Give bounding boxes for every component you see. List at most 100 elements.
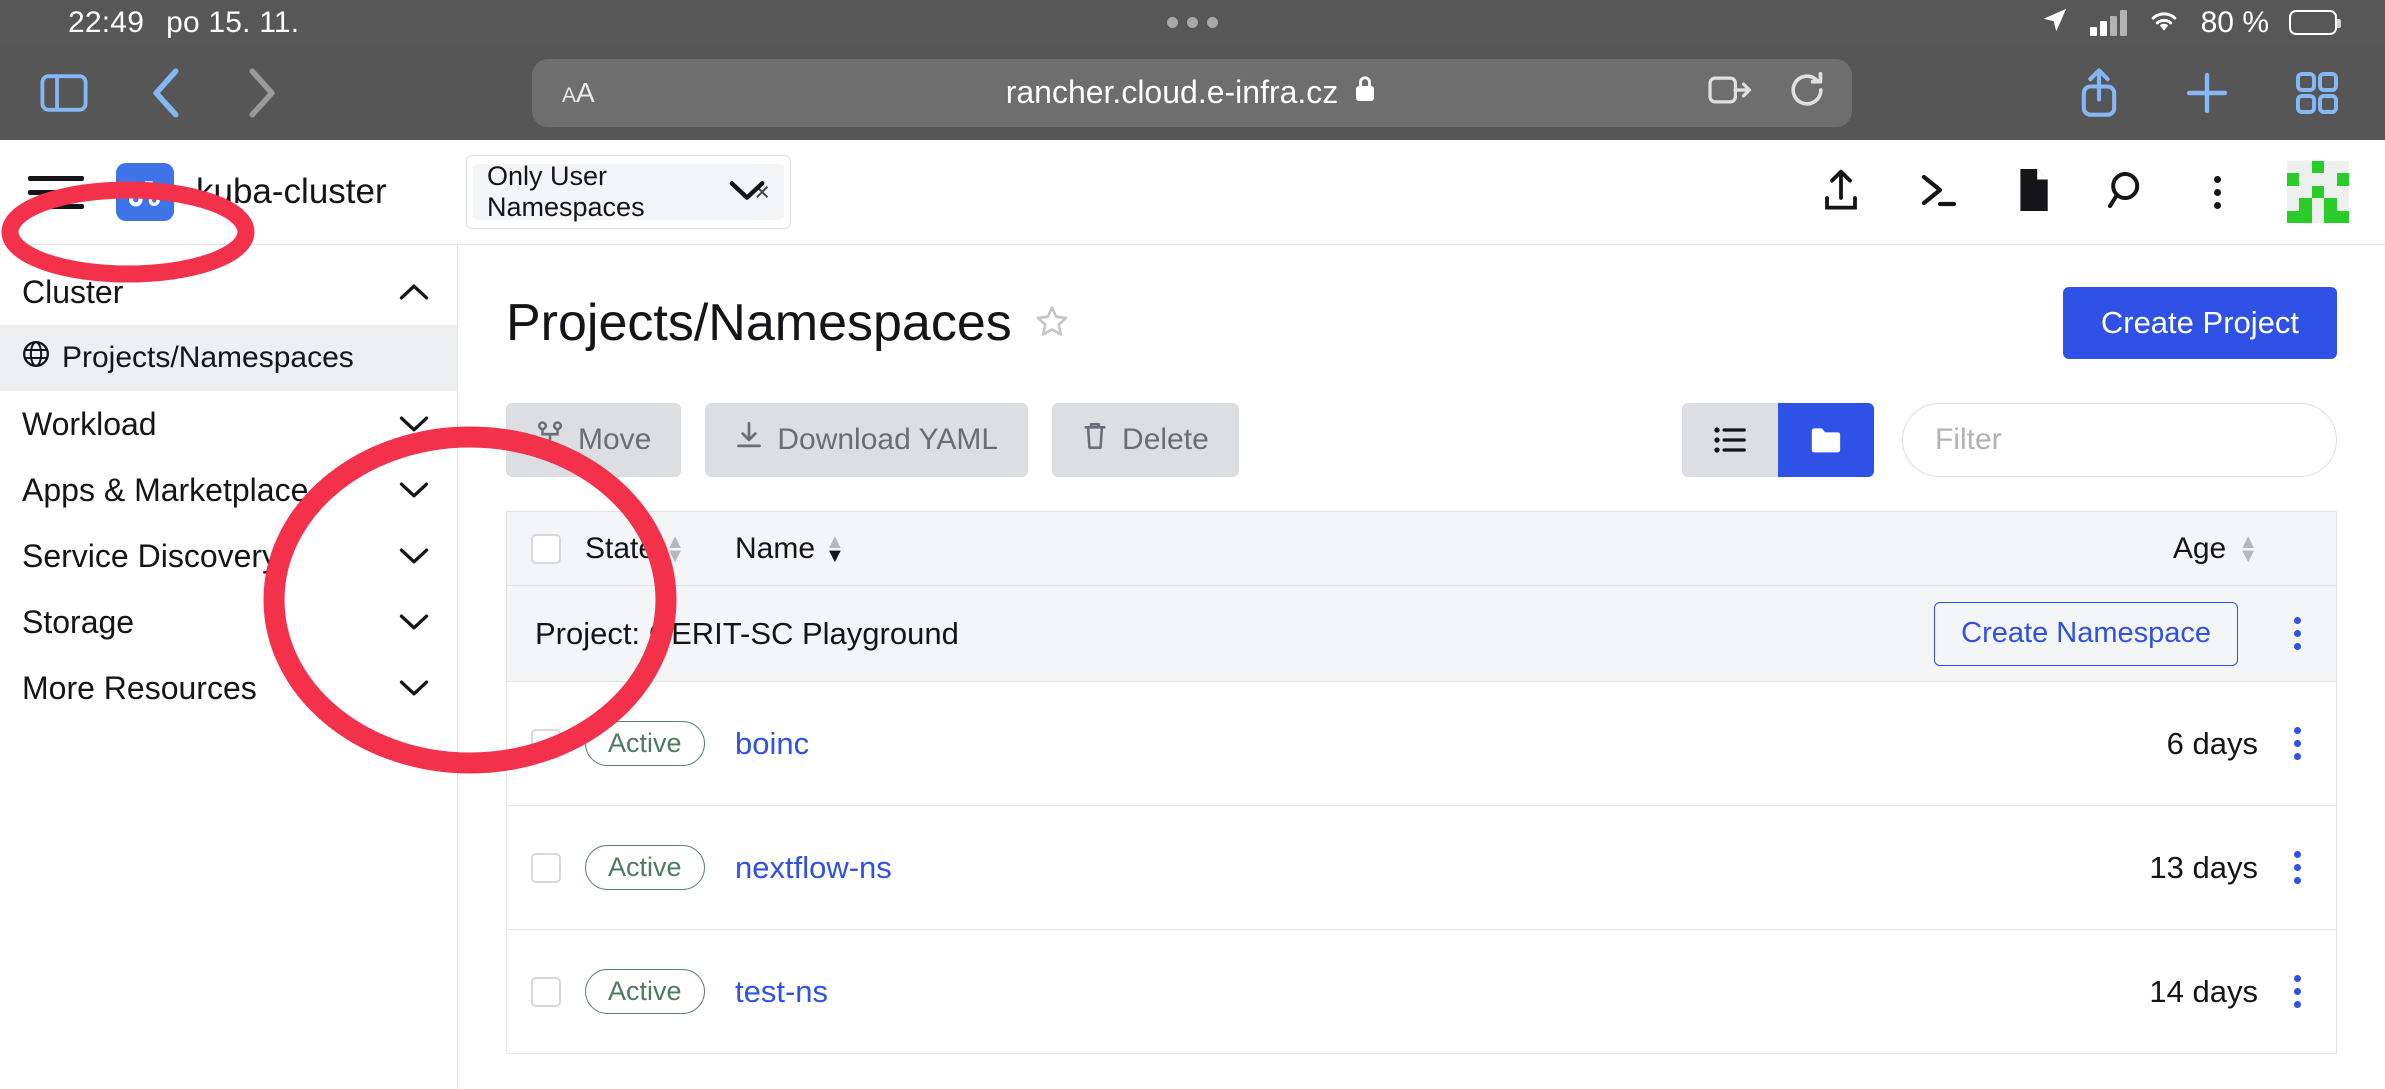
table-toolbar: Move Download YAML Delete [506,403,2337,477]
row-menu-cell [2258,975,2336,1008]
user-avatar[interactable] [2287,161,2349,223]
chevron-down-icon[interactable] [399,480,429,500]
more-actions-icon[interactable] [2206,176,2229,209]
row-name-cell: boinc [735,726,2028,762]
row-actions-menu-icon[interactable] [2286,851,2309,884]
url-display: rancher.cloud.e-infra.cz [532,74,1852,112]
chevron-up-icon[interactable] [399,282,429,302]
sidebar-group-cluster-label: Cluster [22,274,123,311]
sort-icon[interactable]: ▲▼ [2238,535,2258,563]
namespace-filter-dropdown[interactable]: Only User Namespaces × [466,155,791,229]
url-bar[interactable]: AAAA rancher.cloud.e-infra.cz [532,59,1852,127]
status-bar-center [0,17,2385,28]
location-arrow-icon [2040,5,2070,40]
create-namespace-button[interactable]: Create Namespace [1934,602,2238,666]
chevron-down-icon[interactable] [399,678,429,698]
tabs-overview-icon[interactable] [2293,69,2341,117]
filter-input[interactable] [1902,403,2337,477]
sidebar-toggle-icon[interactable] [40,72,88,114]
table-header-row: State ▲▼ Name ▲▼ Age ▲▼ [507,512,2336,586]
chevron-down-icon[interactable] [399,612,429,632]
select-all-checkbox[interactable] [531,534,561,564]
battery-icon [2289,10,2337,35]
row-checkbox[interactable] [531,977,561,1007]
grouped-view-button[interactable] [1778,403,1874,477]
sidebar-group-workload[interactable]: Workload [0,391,457,457]
sort-icon[interactable]: ▲▼ [665,535,685,563]
search-icon[interactable] [2108,170,2148,215]
row-age-cell: 14 days [2028,974,2258,1010]
new-tab-icon[interactable] [2183,69,2231,117]
sidebar-group-more-resources[interactable]: More Resources [0,655,457,721]
namespace-link[interactable]: nextflow-ns [735,850,892,886]
row-checkbox-cell [507,729,585,759]
cluster-name: kuba-cluster [196,172,387,212]
sort-icon[interactable]: ▲▼ [825,535,845,563]
cluster-identity[interactable]: kuba-cluster [116,163,387,221]
download-yaml-button[interactable]: Download YAML [705,403,1028,477]
reload-icon[interactable] [1788,71,1826,114]
table-row[interactable]: Active boinc 6 days [507,682,2336,806]
sidebar-item-projects-namespaces[interactable]: Projects/Namespaces [0,325,457,391]
wifi-icon [2147,7,2181,38]
namespace-link[interactable]: test-ns [735,974,828,1010]
row-actions-menu-icon[interactable] [2286,975,2309,1008]
extensions-icon[interactable] [1708,73,1752,112]
share-icon[interactable] [2077,67,2121,119]
sidebar-group-apps-marketplace[interactable]: Apps & Marketplace [0,457,457,523]
header-actions [1822,161,2349,223]
status-time: 22:49 [68,6,144,40]
column-header-name[interactable]: Name ▲▼ [735,532,2028,566]
project-group-label: Project: CERIT-SC Playground [535,616,959,652]
table-row[interactable]: Active nextflow-ns 13 days [507,806,2336,930]
select-all-checkbox-cell [507,534,585,564]
row-checkbox[interactable] [531,729,561,759]
sidebar-group-workload-label: Workload [22,406,157,443]
star-outline-icon[interactable] [1034,293,1070,353]
create-project-button[interactable]: Create Project [2063,287,2337,359]
globe-icon [22,340,50,376]
column-header-name-label: Name [735,532,815,566]
menu-icon[interactable] [28,176,84,209]
flat-list-view-button[interactable] [1682,403,1778,477]
row-state-cell: Active [585,969,735,1014]
status-badge: Active [585,721,705,766]
back-icon[interactable] [146,67,188,119]
column-header-state[interactable]: State ▲▼ [585,532,735,566]
download-icon [735,421,763,459]
project-actions-menu-icon[interactable] [2286,617,2309,650]
row-name-cell: test-ns [735,974,2028,1010]
docs-icon[interactable] [2016,169,2050,216]
project-group-menu-cell [2258,617,2336,650]
namespaces-table: State ▲▼ Name ▲▼ Age ▲▼ Project: CERIT-S… [506,511,2337,1054]
chevron-down-icon[interactable] [728,178,766,207]
sidebar-group-storage[interactable]: Storage [0,589,457,655]
cellular-signal-icon [2090,10,2127,36]
chevron-down-icon[interactable] [399,546,429,566]
column-header-age[interactable]: Age ▲▼ [2028,532,2258,566]
chevron-down-icon[interactable] [399,414,429,434]
page-title: Projects/Namespaces [506,293,1070,353]
row-actions-menu-icon[interactable] [2286,727,2309,760]
move-button[interactable]: Move [506,403,681,477]
row-checkbox[interactable] [531,853,561,883]
delete-button[interactable]: Delete [1052,403,1239,477]
sidebar: Cluster Projects/Namespaces Workload App… [0,245,458,1089]
row-state-cell: Active [585,721,735,766]
delete-button-label: Delete [1122,423,1209,457]
table-row[interactable]: Active test-ns 14 days [507,930,2336,1054]
main-content: Projects/Namespaces Create Project Move [458,245,2385,1089]
import-yaml-icon[interactable] [1822,168,1860,217]
project-group-row: Project: CERIT-SC Playground Create Name… [507,586,2336,682]
sidebar-group-service-discovery[interactable]: Service Discovery [0,523,457,589]
sidebar-group-cluster[interactable]: Cluster [0,259,457,325]
status-date: po 15. 11. [166,6,299,40]
namespace-link[interactable]: boinc [735,726,809,762]
project-group-actions: Create Namespace [1934,602,2336,666]
kubectl-shell-icon[interactable] [1918,170,1958,215]
forward-icon[interactable] [240,67,282,119]
column-header-state-label: State [585,532,655,566]
status-badge: Active [585,845,705,890]
battery-percent: 80 % [2201,6,2269,40]
trash-icon [1082,421,1108,459]
